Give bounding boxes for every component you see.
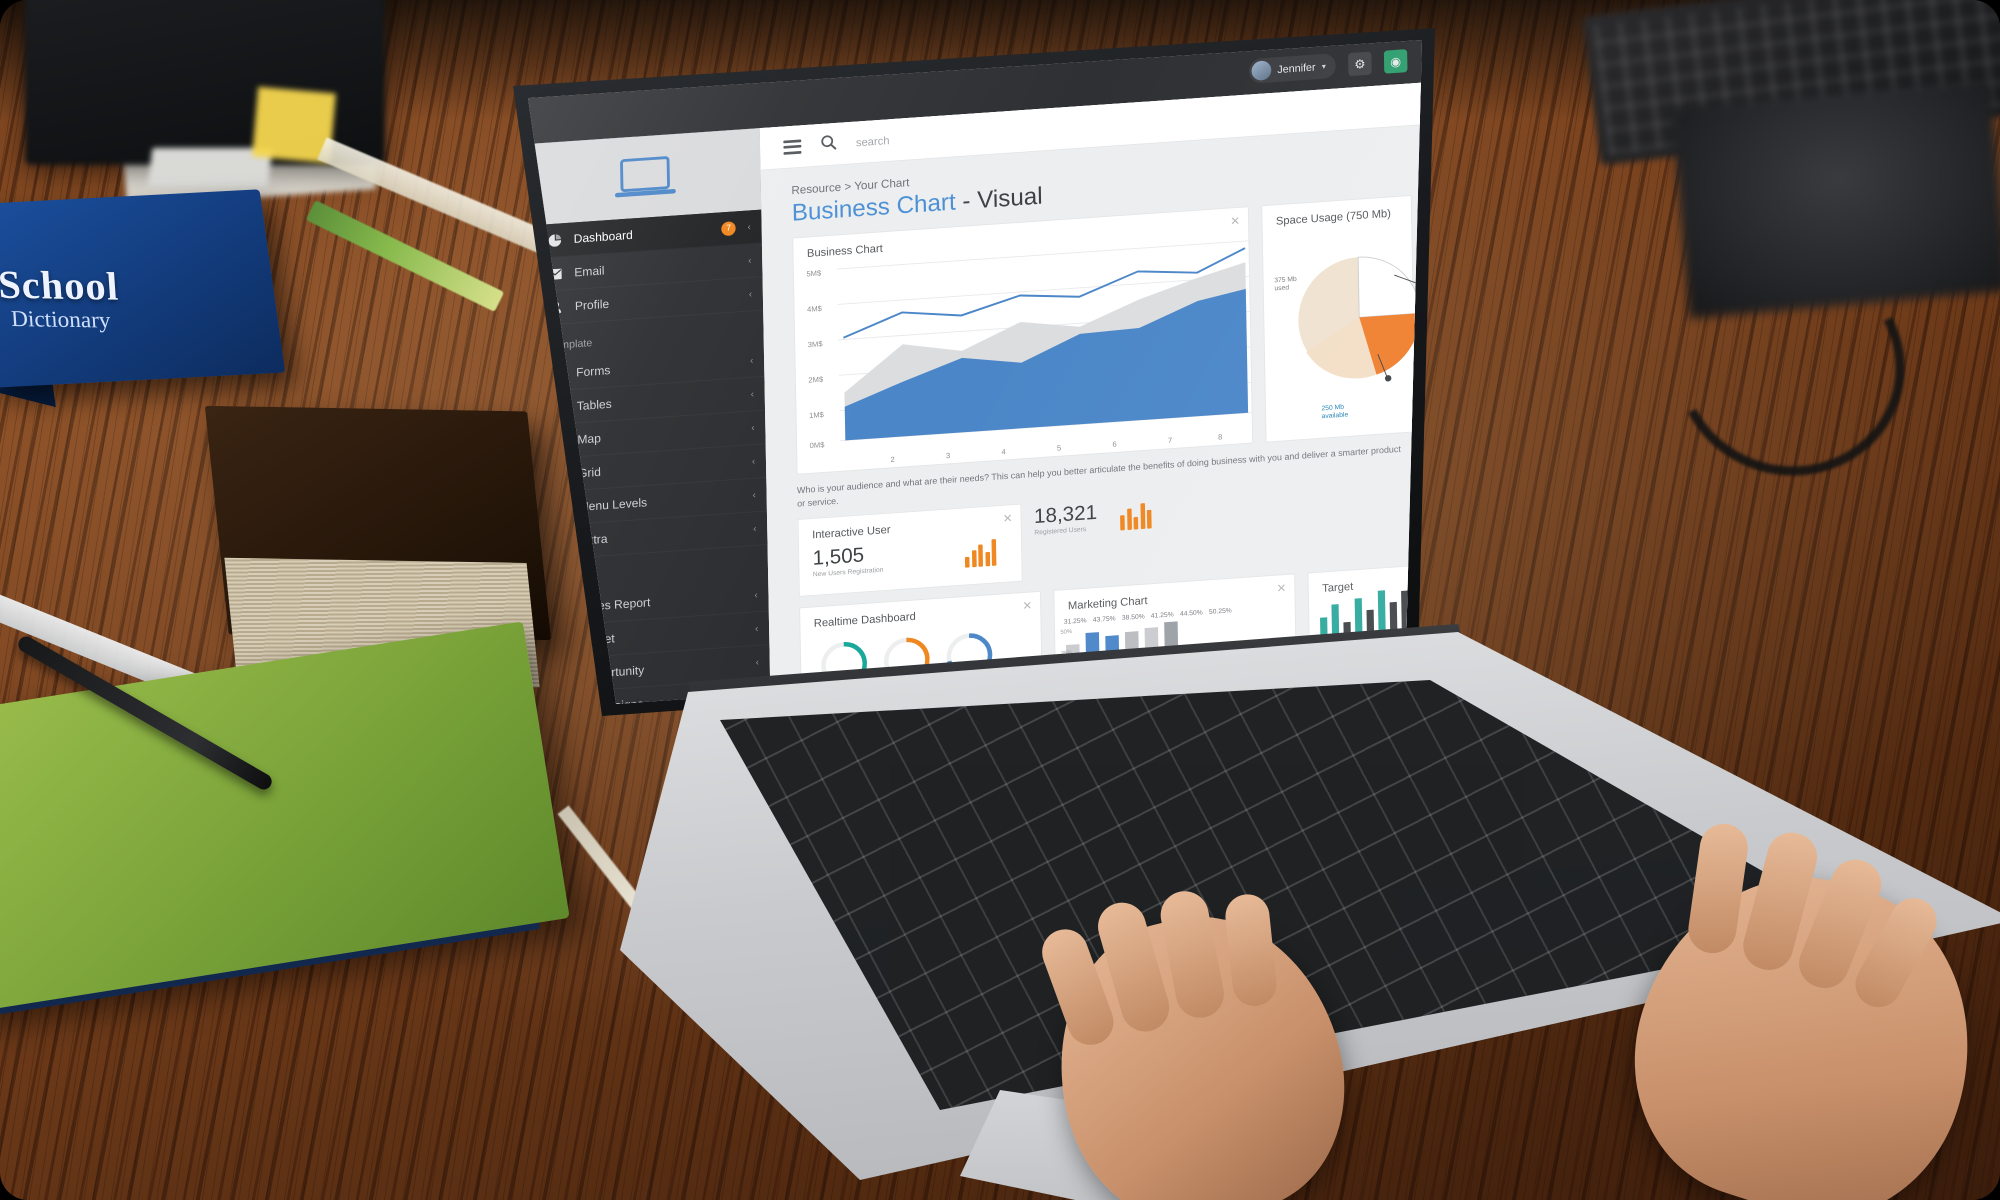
sidebar-item-label: Extra	[579, 532, 608, 548]
sidebar-item-label: Menu Levels	[578, 495, 648, 514]
sidebar-item-label: Grid	[577, 465, 601, 481]
close-icon[interactable]: ✕	[1003, 511, 1013, 526]
hamburger-icon[interactable]	[783, 139, 802, 155]
pct-5: 50.25%	[1208, 606, 1232, 616]
laptop: Jennifer ▾ ⚙ ◉ Dashboard 7 ‹ Email ‹ Pro…	[0, 0, 2000, 1200]
sidebar-item-label: Email	[574, 263, 605, 280]
chevron-down-icon: ▾	[1321, 61, 1326, 71]
folder-icon	[552, 503, 567, 514]
chevron-left-icon: ‹	[750, 388, 755, 400]
dashboard-app: Jennifer ▾ ⚙ ◉ Dashboard 7 ‹ Email ‹ Pro…	[528, 40, 1422, 704]
page-title-secondary: - Visual	[962, 182, 1043, 215]
stat-value: 18,321	[1033, 500, 1098, 528]
pie-label-used: 375 Mb used	[1274, 274, 1297, 293]
sidebar-item-label: Map	[577, 431, 602, 447]
x-tick-2: 4	[1001, 447, 1006, 457]
user-menu[interactable]: Jennifer ▾	[1248, 53, 1336, 84]
sidebar-badge: 7	[721, 220, 737, 236]
search-icon[interactable]	[821, 134, 837, 155]
sparkline-interactive-user	[964, 539, 997, 568]
star-icon	[552, 536, 567, 549]
business-chart-card: ✕ Business Chart 5M$ 4M$ 3M$ 2M$ 1M$ 0M$	[792, 206, 1254, 475]
sparkline-registered-users	[1120, 502, 1152, 531]
x-tick-4: 6	[1112, 439, 1117, 449]
chevron-left-icon: ‹	[754, 589, 758, 601]
close-icon[interactable]: ✕	[1276, 581, 1286, 596]
chevron-left-icon: ‹	[754, 623, 759, 635]
photo-scene: School Dictionary Jennifer ▾ ⚙ ◉ Dashboa…	[0, 0, 2000, 1200]
target-icon	[554, 636, 569, 649]
mk-y-50: 50%	[1060, 628, 1073, 636]
close-icon[interactable]: ✕	[1022, 599, 1032, 614]
pct-3: 41.25%	[1150, 610, 1174, 620]
search-input[interactable]: search	[856, 134, 890, 149]
main-content: search Resource > Your Chart Business Ch…	[759, 82, 1422, 704]
close-icon[interactable]: ✕	[1230, 214, 1240, 229]
x-tick-0: 2	[890, 454, 895, 464]
y-tick-5: 5M$	[806, 268, 822, 279]
y-tick-0: 0M$	[809, 440, 825, 450]
interactive-user-card: ✕ Interactive User 1,505 New Users Regis…	[797, 503, 1023, 597]
chevron-left-icon: ‹	[751, 422, 755, 434]
pct-4: 44.50%	[1179, 608, 1203, 618]
pct-2: 38.50%	[1121, 612, 1145, 622]
avatar	[1251, 60, 1272, 82]
chevron-left-icon: ‹	[753, 523, 757, 535]
business-chart-svg	[836, 240, 1252, 442]
pct-0: 31.25%	[1063, 616, 1087, 626]
space-usage-card: Space Usage (750 Mb) 375 Mb used 250 Mb	[1261, 195, 1422, 443]
laptop-icon	[614, 156, 676, 198]
y-tick-2: 2M$	[808, 374, 824, 385]
x-tick-6: 8	[1217, 432, 1223, 442]
pie-label-available: 250 Mb available	[1321, 402, 1349, 421]
chevron-left-icon: ‹	[747, 221, 751, 233]
sidebar-item-label: Sales Report	[580, 595, 651, 614]
x-tick-1: 3	[945, 450, 951, 461]
y-tick-3: 3M$	[807, 339, 823, 350]
x-tick-3: 5	[1056, 443, 1062, 453]
y-tick-4: 4M$	[806, 303, 822, 314]
grid-icon	[551, 468, 566, 481]
chevron-left-icon: ‹	[751, 455, 756, 467]
gear-icon[interactable]: ⚙	[1348, 51, 1372, 77]
x-tick-5: 7	[1167, 435, 1173, 445]
user-name: Jennifer	[1277, 60, 1316, 76]
chevron-left-icon: ‹	[748, 288, 753, 300]
brand-logo[interactable]	[528, 128, 762, 226]
shield-icon[interactable]: ◉	[1383, 49, 1408, 74]
sidebar-item-label: Dashboard	[573, 228, 633, 246]
document-icon	[554, 602, 569, 615]
sidebar-item-label: Profile	[574, 297, 610, 313]
y-tick-1: 1M$	[808, 409, 824, 420]
cards-row-1: ✕ Business Chart 5M$ 4M$ 3M$ 2M$ 1M$ 0M$	[762, 194, 1422, 477]
laptop-screen: Jennifer ▾ ⚙ ◉ Dashboard 7 ‹ Email ‹ Pro…	[528, 40, 1422, 704]
rocket-icon	[555, 669, 570, 682]
pct-1: 43.75%	[1092, 614, 1116, 624]
sidebar-item-label: Tables	[576, 397, 612, 413]
chevron-left-icon: ‹	[755, 656, 760, 668]
sidebar-item-label: Forms	[576, 363, 611, 380]
megaphone-icon	[555, 703, 570, 704]
chevron-left-icon: ‹	[748, 255, 752, 266]
chevron-left-icon: ‹	[752, 489, 756, 501]
chevron-left-icon: ‹	[749, 355, 754, 366]
